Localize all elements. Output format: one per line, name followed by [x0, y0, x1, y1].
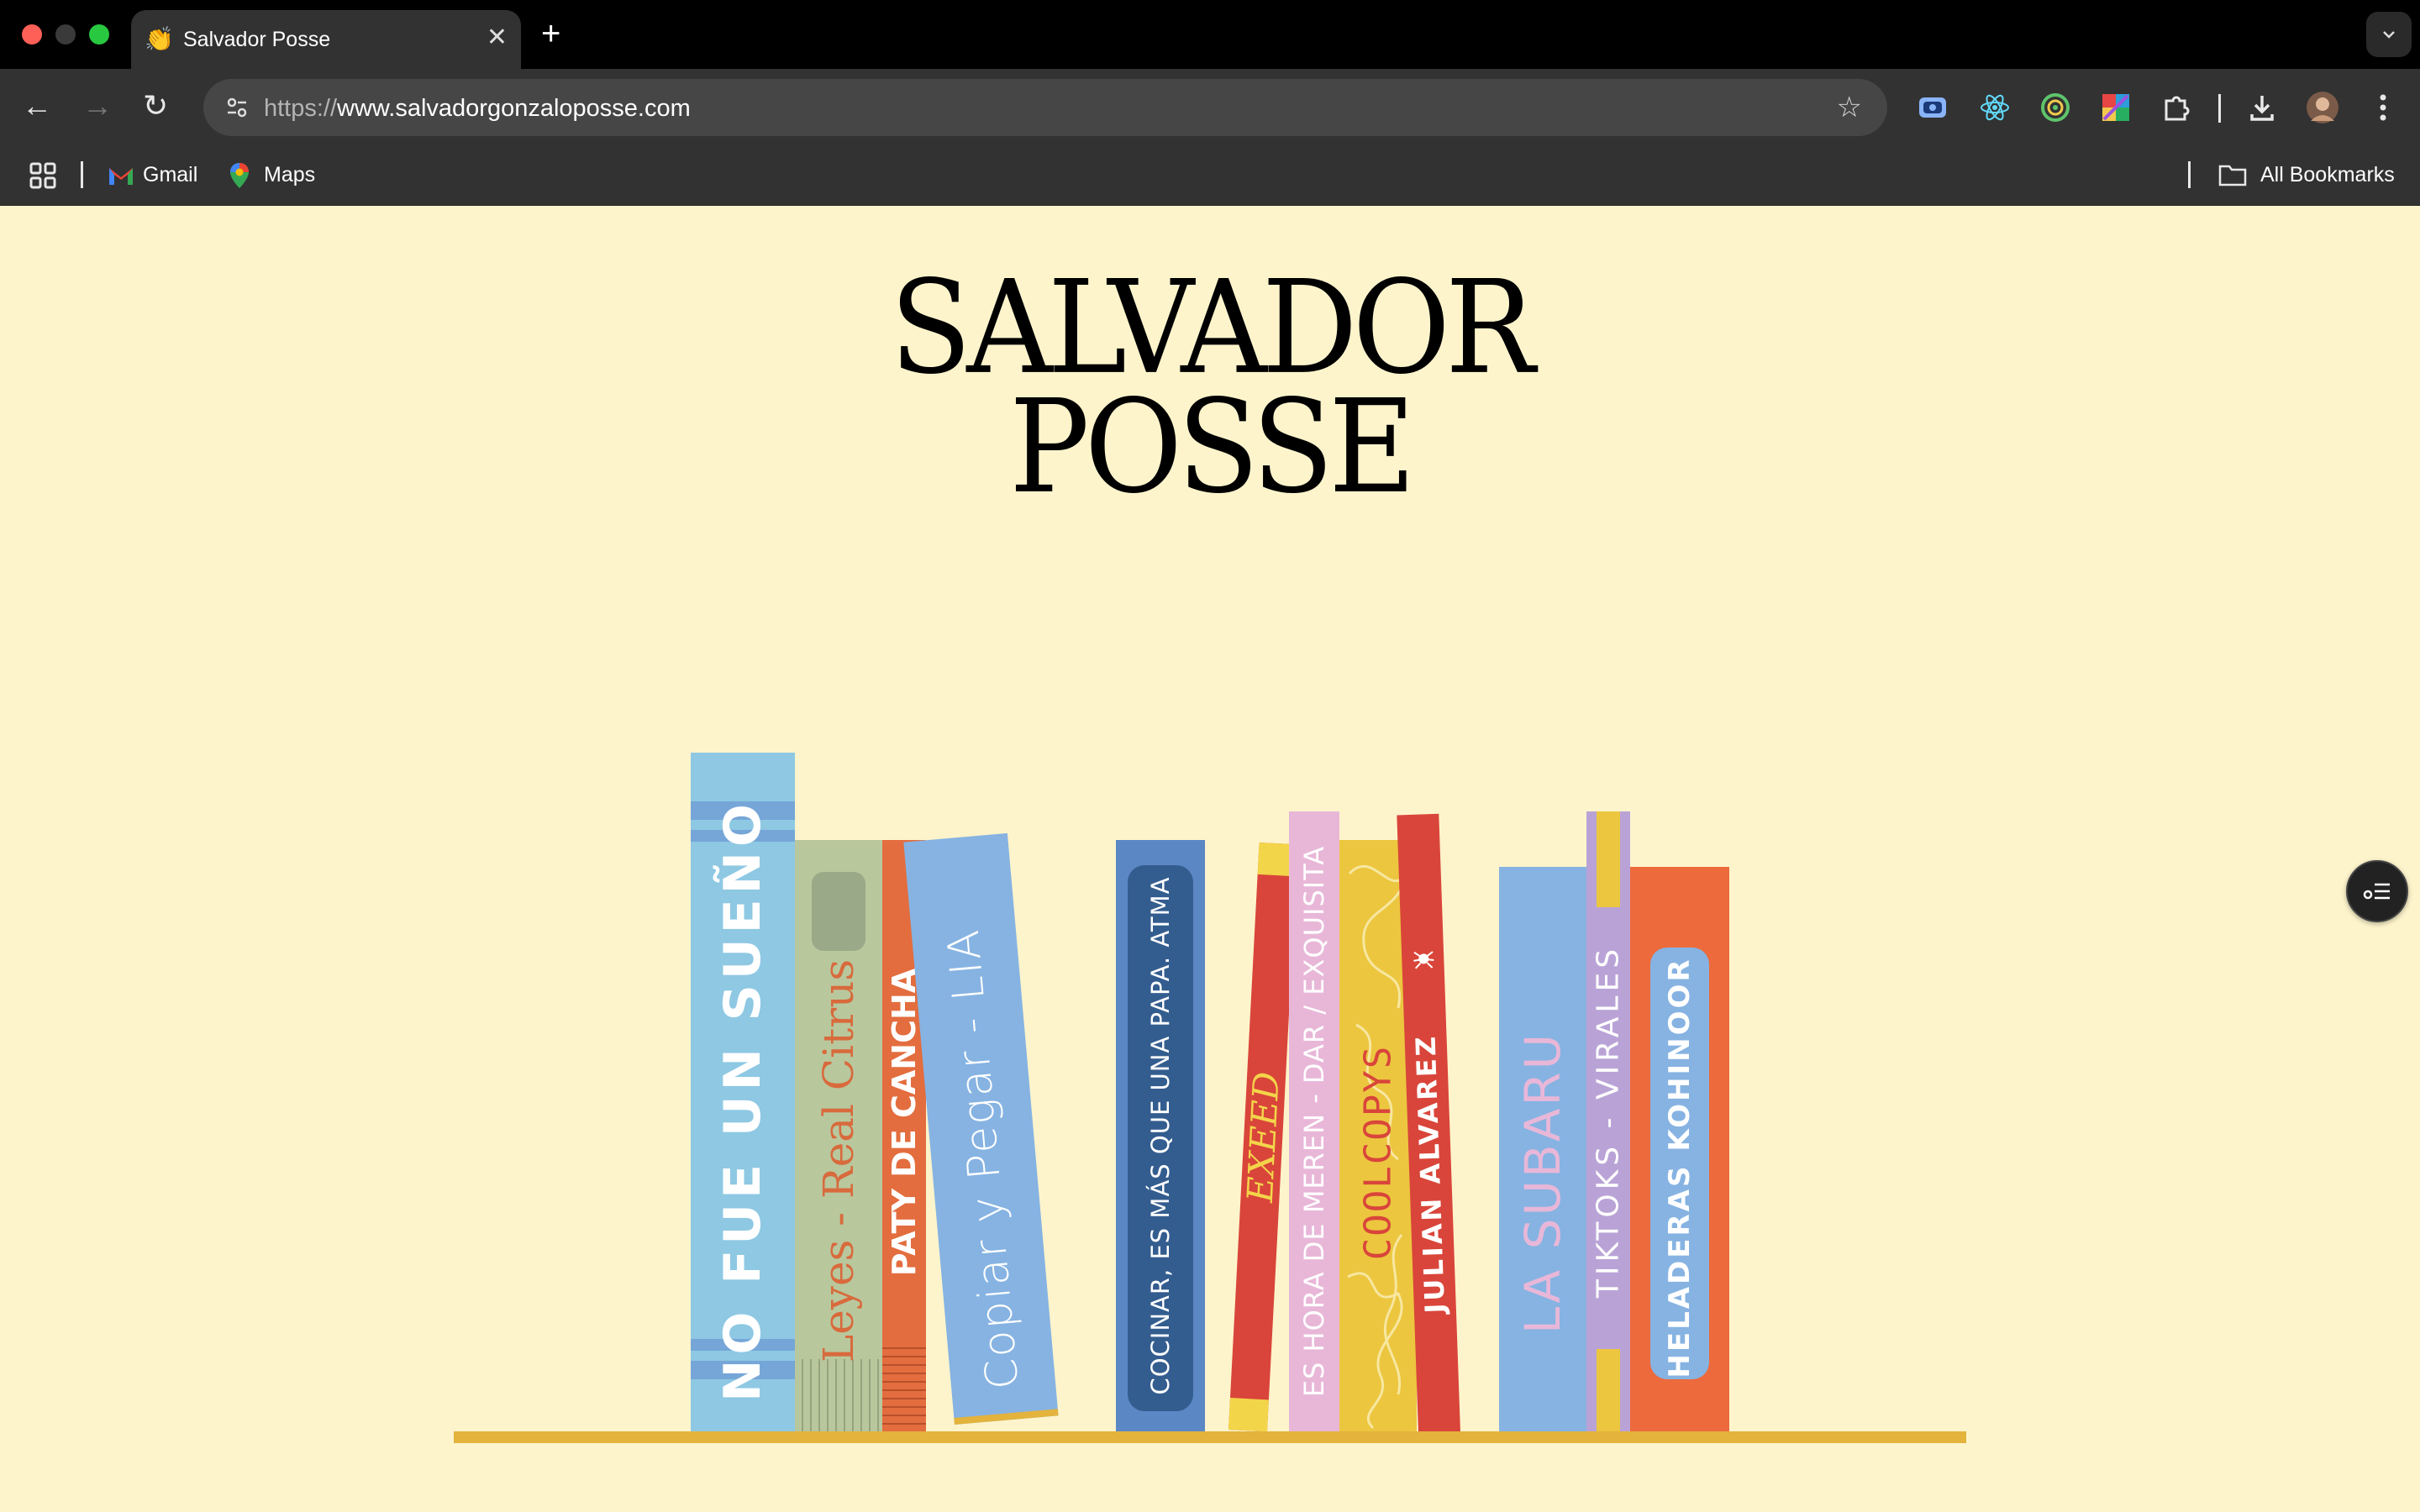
book-title: Leyes - Real Citrus	[814, 958, 863, 1363]
color-grid-icon[interactable]	[2097, 89, 2134, 126]
book-band	[1597, 811, 1620, 907]
book-no-fue-un-sueno[interactable]: NO FUE UN SUEÑO	[691, 753, 795, 1431]
screen-capture-icon[interactable]	[1914, 89, 1951, 126]
book-stripes	[795, 1359, 882, 1431]
url-text[interactable]: https://www.salvadorgonzaloposse.com	[264, 94, 691, 123]
book-label-plate	[812, 872, 865, 951]
react-devtools-icon[interactable]	[1976, 89, 2013, 126]
book-title: JULIAN ALVAREZ	[1409, 1033, 1452, 1315]
maps-pin-icon	[230, 163, 249, 188]
bookmarks-divider	[81, 161, 83, 188]
gmail-icon	[109, 168, 133, 185]
close-window-button[interactable]	[22, 24, 42, 45]
url-scheme: https://	[264, 95, 338, 122]
book-leyes-real-citrus[interactable]: Leyes - Real Citrus	[795, 840, 882, 1431]
book-copiar-y-pegar[interactable]: Copiar y Pegar - LIA	[903, 832, 1059, 1425]
book-title: HELADERAS KOHINOOR	[1663, 957, 1697, 1378]
bookmark-gmail[interactable]: Gmail	[143, 160, 197, 190]
site-info-icon[interactable]	[218, 89, 255, 126]
back-button[interactable]: ←	[22, 89, 52, 123]
close-tab-icon[interactable]: ✕	[487, 24, 508, 52]
spider-icon	[1413, 951, 1434, 969]
tab-favicon-icon: 👏	[145, 26, 174, 52]
all-bookmarks-button[interactable]: All Bookmarks	[2260, 160, 2395, 190]
book-stripes	[882, 1341, 926, 1431]
maximize-window-button[interactable]	[89, 24, 109, 45]
puzzle-extensions-icon[interactable]	[2158, 89, 2195, 126]
book-title: EXEED	[1239, 1070, 1287, 1204]
book-title: TIKTOKS - VIRALES	[1591, 944, 1626, 1299]
book-title: LA SUBARU	[1514, 1031, 1571, 1335]
minimize-window-button[interactable]	[55, 24, 76, 45]
title-line-2: POSSE	[1009, 372, 1416, 522]
bookmark-star-icon[interactable]: ☆	[1837, 89, 1862, 126]
book-tiktoks-virales[interactable]: TIKTOKS - VIRALES	[1586, 811, 1630, 1431]
bookmarks-bar	[0, 148, 2420, 206]
book-title: Copiar y Pegar - LIA	[938, 927, 1029, 1392]
bookshelf	[454, 1431, 1966, 1443]
book-heladeras-kohinoor[interactable]: HELADERAS KOHINOOR	[1630, 867, 1729, 1431]
address-bar[interactable]: https://www.salvadorgonzaloposse.com ☆	[203, 79, 1887, 136]
apps-grid-icon[interactable]	[29, 161, 57, 190]
forward-button[interactable]: →	[82, 89, 113, 123]
book-band	[1597, 1349, 1620, 1431]
tab-title: Salvador Posse	[183, 28, 331, 51]
book-exquisita[interactable]: ES HORA DE MEREN - DAR / EXQUISITA	[1289, 811, 1339, 1431]
book-title: COOLCOPYS	[1356, 1044, 1400, 1261]
book-title: ES HORA DE MEREN - DAR / EXQUISITA	[1298, 845, 1330, 1398]
toolbar-divider	[2218, 94, 2221, 123]
book-exeed[interactable]: EXEED	[1228, 842, 1298, 1432]
reading-list-button[interactable]	[2346, 860, 2408, 922]
url-host: www.salvadorgonzaloposse.com	[337, 95, 691, 122]
download-icon[interactable]	[2244, 89, 2281, 126]
chevron-down-icon	[2383, 31, 2395, 39]
folder-icon	[2218, 165, 2247, 186]
more-menu-icon[interactable]	[2365, 89, 2402, 126]
reload-button[interactable]: ↻	[143, 89, 168, 123]
book-la-subaru[interactable]: LA SUBARU	[1499, 867, 1586, 1431]
list-icon	[2363, 883, 2390, 900]
book-title: COCINAR, ES MÁS QUE UNA PAPA. ATMA	[1146, 876, 1175, 1395]
new-tab-button[interactable]: +	[541, 15, 560, 52]
profile-avatar[interactable]	[2304, 89, 2341, 126]
bookmarks-divider-right	[2188, 161, 2191, 188]
book-title: NO FUE UN SUEÑO	[713, 799, 772, 1402]
circle-target-icon[interactable]	[2037, 89, 2074, 126]
book-cocinar-atma[interactable]: COCINAR, ES MÁS QUE UNA PAPA. ATMA	[1116, 840, 1205, 1431]
book-title: PATY DE CANCHA	[886, 968, 923, 1277]
bookmark-maps[interactable]: Maps	[264, 160, 315, 190]
page-title: SALVADOR POSSE	[0, 264, 2420, 512]
active-tab[interactable]: 👏 Salvador Posse ✕	[131, 10, 521, 69]
tab-search-button[interactable]	[2366, 12, 2412, 57]
